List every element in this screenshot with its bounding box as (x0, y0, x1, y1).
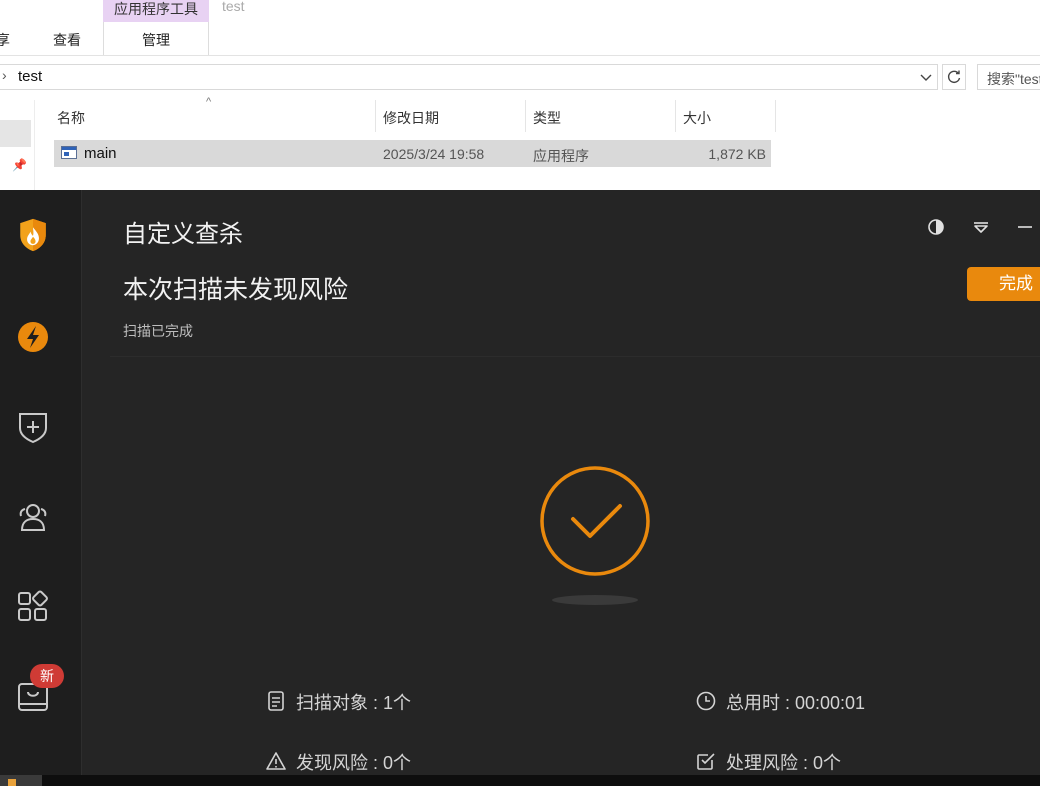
apps-grid-icon[interactable] (16, 590, 50, 624)
ribbon-tab-share[interactable]: 享 (0, 30, 10, 50)
sort-up-icon: ^ (206, 96, 212, 108)
stat-scan-objects-text: 扫描对象 : 1个 (296, 693, 412, 713)
stat-total-time-text: 总用时 : 00:00:01 (726, 693, 866, 713)
pin-icon[interactable]: 📌 (12, 158, 27, 172)
column-header-size[interactable]: 大小 (683, 108, 711, 128)
check-shadow (552, 595, 638, 605)
shield-plus-icon[interactable] (16, 410, 50, 444)
column-separator[interactable] (525, 100, 526, 132)
window-title: test (222, 0, 245, 14)
lightning-icon[interactable] (16, 320, 50, 354)
file-name: main (84, 145, 117, 162)
theme-icon[interactable] (927, 218, 945, 236)
ribbon-tab-view[interactable]: 查看 (53, 30, 81, 50)
file-size: 1,872 KB (708, 146, 766, 162)
success-check-icon (540, 466, 650, 576)
app-sidebar: 新 (0, 190, 82, 775)
stat-risks-handled-text: 处理风险 : 0个 (726, 753, 842, 773)
stat-risks-found: 发现风险 : 0个 (266, 749, 566, 773)
address-dropdown-icon[interactable] (918, 69, 934, 85)
file-explorer-window: 享 查看 应用程序工具 管理 test › test 搜索"test" 📌 ^ … (0, 0, 1040, 190)
shield-flame-logo-icon[interactable] (16, 218, 50, 252)
stat-risks-handled: 处理风险 : 0个 (696, 749, 996, 773)
refresh-icon (947, 70, 961, 84)
scan-status-text: 扫描已完成 (123, 323, 193, 339)
scan-result-title: 本次扫描未发现风险 (123, 276, 349, 304)
column-separator[interactable] (775, 100, 776, 132)
stat-scan-objects: 扫描对象 : 1个 (266, 689, 566, 713)
minimize-icon[interactable] (1016, 218, 1034, 236)
column-header-name[interactable]: 名称 (57, 108, 85, 128)
taskbar-app-icon[interactable] (0, 775, 42, 786)
new-badge: 新 (30, 664, 64, 688)
page-title: 自定义查杀 (123, 221, 243, 248)
address-bar[interactable]: › test (0, 64, 938, 90)
search-input[interactable]: 搜索"test" (977, 64, 1040, 90)
taskbar (0, 775, 1040, 786)
ribbon-divider (0, 55, 1040, 56)
users-icon[interactable] (16, 500, 50, 534)
file-date: 2025/3/24 19:58 (383, 146, 485, 162)
file-type: 应用程序 (533, 148, 589, 164)
ribbon-tab-manage[interactable]: 管理 (104, 30, 208, 50)
clock-icon (696, 691, 716, 711)
nav-pane-selected-item[interactable] (0, 120, 31, 147)
stat-risks-found-text: 发现风险 : 0个 (296, 753, 412, 773)
context-group-app-tools: 应用程序工具 (103, 0, 209, 22)
breadcrumb-chevron-icon[interactable]: › (2, 67, 7, 83)
antivirus-window: 新 自定义查杀 本次扫描未发现风险 扫描已完成 完成 扫描对象 : 1个 总用时… (0, 190, 1040, 775)
stat-total-time: 总用时 : 00:00:01 (696, 689, 996, 713)
file-row-main[interactable]: main 2025/3/24 19:58 应用程序 1,872 KB (54, 140, 771, 167)
column-header-date[interactable]: 修改日期 (383, 108, 439, 128)
refresh-button[interactable] (942, 64, 966, 90)
warning-icon (266, 752, 286, 770)
column-separator[interactable] (675, 100, 676, 132)
checkbox-icon (697, 753, 715, 770)
address-text[interactable]: test (18, 68, 42, 85)
menu-dropdown-icon[interactable] (972, 218, 990, 236)
nav-pane-divider (34, 100, 35, 190)
header-divider (110, 356, 1040, 357)
column-separator[interactable] (375, 100, 376, 132)
ribbon-tab-manage-container: 管理 (103, 22, 209, 56)
column-header-type[interactable]: 类型 (533, 108, 561, 128)
application-icon (61, 146, 77, 159)
document-icon (268, 691, 284, 711)
done-button[interactable]: 完成 (967, 267, 1040, 301)
